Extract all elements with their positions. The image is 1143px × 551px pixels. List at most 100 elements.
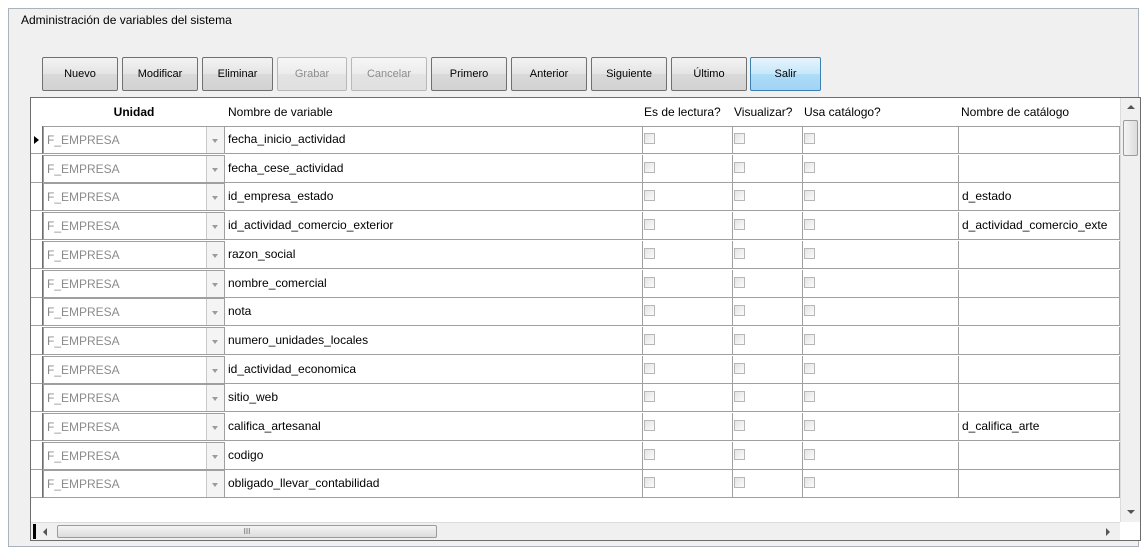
- visualizar-cell[interactable]: [733, 183, 803, 212]
- table-row[interactable]: F_EMPRESA codigo: [31, 441, 1120, 470]
- next-button[interactable]: Siguiente: [591, 57, 667, 91]
- table-row[interactable]: F_EMPRESA fecha_cese_actividad: [31, 154, 1120, 183]
- usa-catalogo-checkbox[interactable]: [804, 420, 815, 431]
- es-lectura-cell[interactable]: [643, 154, 733, 183]
- usa-catalogo-checkbox[interactable]: [804, 477, 815, 489]
- catalog-name-cell[interactable]: [959, 441, 1120, 470]
- variable-name-cell[interactable]: califica_artesanal: [225, 413, 643, 441]
- es-lectura-cell[interactable]: [643, 441, 733, 470]
- scroll-right-arrow-icon[interactable]: [1106, 528, 1110, 536]
- row-header[interactable]: [31, 413, 43, 441]
- row-header[interactable]: [31, 355, 43, 384]
- unidad-combobox[interactable]: F_EMPRESA: [43, 154, 225, 183]
- visualizar-checkbox[interactable]: [734, 477, 745, 489]
- chevron-down-icon[interactable]: [206, 184, 224, 211]
- variable-name-cell[interactable]: id_empresa_estado: [225, 183, 643, 212]
- catalog-name-cell[interactable]: d_califica_arte: [959, 413, 1120, 441]
- visualizar-cell[interactable]: [733, 240, 803, 269]
- unidad-combobox[interactable]: F_EMPRESA: [43, 269, 225, 298]
- visualizar-cell[interactable]: [733, 441, 803, 470]
- chevron-down-icon[interactable]: [206, 213, 224, 240]
- save-button[interactable]: Grabar: [277, 57, 347, 91]
- usa-catalogo-checkbox[interactable]: [804, 391, 815, 403]
- es-lectura-checkbox[interactable]: [644, 420, 655, 431]
- usa-catalogo-checkbox[interactable]: [804, 362, 815, 374]
- usa-catalogo-cell[interactable]: [803, 384, 959, 413]
- table-row[interactable]: F_EMPRESA id_actividad_economica: [31, 355, 1120, 384]
- unidad-combobox[interactable]: F_EMPRESA: [43, 326, 225, 355]
- column-header-usa-catalogo[interactable]: Usa catálogo?: [804, 98, 954, 126]
- variable-name-cell[interactable]: numero_unidades_locales: [225, 326, 643, 355]
- table-row[interactable]: F_EMPRESA razon_social: [31, 240, 1120, 269]
- unidad-combobox[interactable]: F_EMPRESA: [43, 413, 225, 441]
- usa-catalogo-cell[interactable]: [803, 154, 959, 183]
- table-row[interactable]: F_EMPRESA id_empresa_estado d_estado: [31, 183, 1120, 212]
- usa-catalogo-checkbox[interactable]: [804, 247, 815, 259]
- delete-button[interactable]: Eliminar: [202, 57, 273, 91]
- catalog-name-cell[interactable]: [959, 470, 1120, 499]
- visualizar-cell[interactable]: [733, 154, 803, 183]
- row-header[interactable]: [31, 126, 43, 154]
- es-lectura-checkbox[interactable]: [644, 190, 655, 202]
- usa-catalogo-cell[interactable]: [803, 298, 959, 327]
- visualizar-checkbox[interactable]: [734, 133, 745, 144]
- catalog-name-cell[interactable]: [959, 269, 1120, 298]
- row-header[interactable]: [31, 470, 43, 499]
- variable-name-cell[interactable]: obligado_llevar_contabilidad: [225, 470, 643, 499]
- catalog-name-cell[interactable]: d_estado: [959, 183, 1120, 212]
- es-lectura-checkbox[interactable]: [644, 276, 655, 288]
- table-row[interactable]: F_EMPRESA id_actividad_comercio_exterior d…: [31, 212, 1120, 241]
- chevron-down-icon[interactable]: [206, 127, 224, 153]
- chevron-down-icon[interactable]: [206, 385, 224, 412]
- vertical-scrollbar[interactable]: [1120, 98, 1140, 522]
- chevron-down-icon[interactable]: [206, 270, 224, 297]
- chevron-down-icon[interactable]: [206, 241, 224, 268]
- es-lectura-cell[interactable]: [643, 413, 733, 441]
- visualizar-cell[interactable]: [733, 298, 803, 327]
- catalog-name-cell[interactable]: [959, 355, 1120, 384]
- unidad-combobox[interactable]: F_EMPRESA: [43, 240, 225, 269]
- horizontal-scroll-thumb[interactable]: III: [57, 525, 437, 538]
- visualizar-checkbox[interactable]: [734, 276, 745, 288]
- cancel-button[interactable]: Cancelar: [351, 57, 427, 91]
- usa-catalogo-checkbox[interactable]: [804, 161, 815, 173]
- catalog-name-cell[interactable]: [959, 240, 1120, 269]
- es-lectura-cell[interactable]: [643, 183, 733, 212]
- unidad-combobox[interactable]: F_EMPRESA: [43, 441, 225, 470]
- modify-button[interactable]: Modificar: [122, 57, 198, 91]
- scroll-up-arrow-icon[interactable]: [1127, 105, 1135, 109]
- usa-catalogo-checkbox[interactable]: [804, 333, 815, 345]
- usa-catalogo-cell[interactable]: [803, 212, 959, 241]
- unidad-combobox[interactable]: F_EMPRESA: [43, 183, 225, 212]
- es-lectura-checkbox[interactable]: [644, 448, 655, 460]
- previous-button[interactable]: Anterior: [511, 57, 587, 91]
- usa-catalogo-cell[interactable]: [803, 183, 959, 212]
- usa-catalogo-checkbox[interactable]: [804, 276, 815, 288]
- last-button[interactable]: Último: [671, 57, 747, 91]
- variable-name-cell[interactable]: id_actividad_economica: [225, 355, 643, 384]
- unidad-combobox[interactable]: F_EMPRESA: [43, 212, 225, 241]
- exit-button[interactable]: Salir: [750, 57, 821, 91]
- scroll-left-arrow-icon[interactable]: [43, 528, 47, 536]
- table-row[interactable]: F_EMPRESA obligado_llevar_contabilidad: [31, 470, 1120, 499]
- visualizar-cell[interactable]: [733, 269, 803, 298]
- chevron-down-icon[interactable]: [206, 414, 224, 440]
- usa-catalogo-cell[interactable]: [803, 269, 959, 298]
- chevron-down-icon[interactable]: [206, 327, 224, 354]
- visualizar-checkbox[interactable]: [734, 391, 745, 403]
- es-lectura-checkbox[interactable]: [644, 477, 655, 489]
- variable-name-cell[interactable]: razon_social: [225, 240, 643, 269]
- usa-catalogo-checkbox[interactable]: [804, 219, 815, 231]
- row-header[interactable]: [31, 154, 43, 183]
- catalog-name-cell[interactable]: [959, 326, 1120, 355]
- es-lectura-checkbox[interactable]: [644, 362, 655, 374]
- variables-grid[interactable]: Unidad Nombre de variable Es de lectura?…: [30, 97, 1141, 541]
- row-header[interactable]: [31, 441, 43, 470]
- column-header-visualizar[interactable]: Visualizar?: [734, 98, 804, 126]
- row-header[interactable]: [31, 183, 43, 212]
- visualizar-checkbox[interactable]: [734, 219, 745, 231]
- column-header-nombre-variable[interactable]: Nombre de variable: [228, 98, 628, 126]
- unidad-combobox[interactable]: F_EMPRESA: [43, 384, 225, 413]
- visualizar-checkbox[interactable]: [734, 190, 745, 202]
- row-header[interactable]: [31, 326, 43, 355]
